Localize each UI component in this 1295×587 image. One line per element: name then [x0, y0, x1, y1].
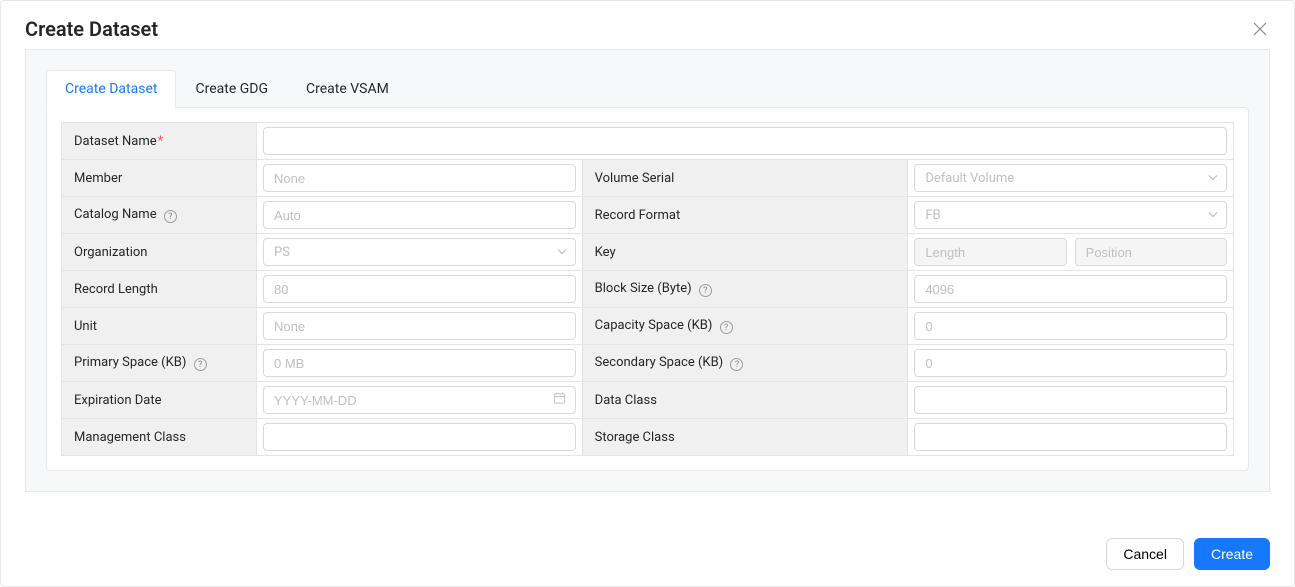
label-volume-serial: Volume Serial: [582, 160, 908, 197]
record-length-input[interactable]: [263, 275, 576, 303]
member-input[interactable]: [263, 164, 576, 192]
label-dataset-name: Dataset Name*: [62, 123, 257, 160]
tab-create-dataset[interactable]: Create Dataset: [46, 70, 176, 108]
help-icon[interactable]: ?: [720, 321, 733, 334]
modal-title: Create Dataset: [25, 17, 158, 41]
help-icon[interactable]: ?: [699, 284, 712, 297]
organization-select[interactable]: PS: [263, 238, 576, 266]
label-catalog-name-text: Catalog Name: [74, 207, 157, 222]
label-expiration-date: Expiration Date: [62, 382, 257, 419]
label-management-class: Management Class: [62, 419, 257, 456]
label-block-size: Block Size (Byte) ?: [582, 271, 908, 308]
label-primary-space-text: Primary Space (KB): [74, 355, 186, 370]
label-member: Member: [62, 160, 257, 197]
dataset-name-input[interactable]: [263, 127, 1227, 155]
label-record-format: Record Format: [582, 197, 908, 234]
catalog-name-input[interactable]: [263, 201, 576, 229]
modal-footer: Cancel Create: [1106, 538, 1270, 570]
close-button[interactable]: [1250, 19, 1270, 39]
tab-content: Dataset Name* Member Volume Serial: [46, 107, 1249, 471]
label-data-class: Data Class: [582, 382, 908, 419]
block-size-input[interactable]: [914, 275, 1227, 303]
record-format-select[interactable]: FB: [914, 201, 1227, 229]
tabs: Create Dataset Create GDG Create VSAM: [46, 70, 1249, 108]
volume-serial-value: Default Volume: [925, 171, 1014, 186]
label-secondary-space: Secondary Space (KB) ?: [582, 345, 908, 382]
modal-body: Create Dataset Create GDG Create VSAM Da…: [1, 49, 1294, 492]
key-length-input: [914, 238, 1066, 266]
secondary-space-input[interactable]: [914, 349, 1227, 377]
label-dataset-name-text: Dataset Name: [74, 134, 157, 149]
dataset-form-table: Dataset Name* Member Volume Serial: [61, 122, 1234, 456]
label-unit: Unit: [62, 308, 257, 345]
label-storage-class: Storage Class: [582, 419, 908, 456]
tab-container: Create Dataset Create GDG Create VSAM Da…: [25, 49, 1270, 492]
chevron-down-icon: [1208, 210, 1218, 221]
label-primary-space: Primary Space (KB) ?: [62, 345, 257, 382]
create-dataset-modal: Create Dataset Create Dataset Create GDG…: [0, 0, 1295, 587]
label-key: Key: [582, 234, 908, 271]
storage-class-input[interactable]: [914, 423, 1227, 451]
label-organization: Organization: [62, 234, 257, 271]
key-position-input: [1075, 238, 1227, 266]
unit-input[interactable]: [263, 312, 576, 340]
help-icon[interactable]: ?: [730, 358, 743, 371]
cancel-button[interactable]: Cancel: [1106, 538, 1184, 570]
calendar-icon[interactable]: [553, 392, 566, 409]
capacity-space-input[interactable]: [914, 312, 1227, 340]
label-catalog-name: Catalog Name ?: [62, 197, 257, 234]
label-block-size-text: Block Size (Byte): [595, 281, 692, 296]
label-capacity-space-text: Capacity Space (KB): [595, 318, 713, 333]
close-icon: [1253, 22, 1267, 36]
help-icon[interactable]: ?: [194, 358, 207, 371]
management-class-input[interactable]: [263, 423, 576, 451]
tab-create-vsam[interactable]: Create VSAM: [287, 70, 408, 108]
chevron-down-icon: [557, 247, 567, 258]
organization-value: PS: [274, 245, 290, 260]
label-secondary-space-text: Secondary Space (KB): [595, 355, 724, 370]
chevron-down-icon: [1208, 173, 1218, 184]
tab-create-gdg[interactable]: Create GDG: [176, 70, 287, 108]
data-class-input[interactable]: [914, 386, 1227, 414]
label-record-length: Record Length: [62, 271, 257, 308]
label-capacity-space: Capacity Space (KB) ?: [582, 308, 908, 345]
volume-serial-select[interactable]: Default Volume: [914, 164, 1227, 192]
required-mark: *: [158, 134, 164, 149]
primary-space-input[interactable]: [263, 349, 576, 377]
modal-header: Create Dataset: [1, 1, 1294, 49]
record-format-value: FB: [925, 208, 940, 223]
help-icon[interactable]: ?: [164, 210, 177, 223]
create-button[interactable]: Create: [1194, 538, 1270, 570]
expiration-date-input[interactable]: [263, 386, 576, 414]
